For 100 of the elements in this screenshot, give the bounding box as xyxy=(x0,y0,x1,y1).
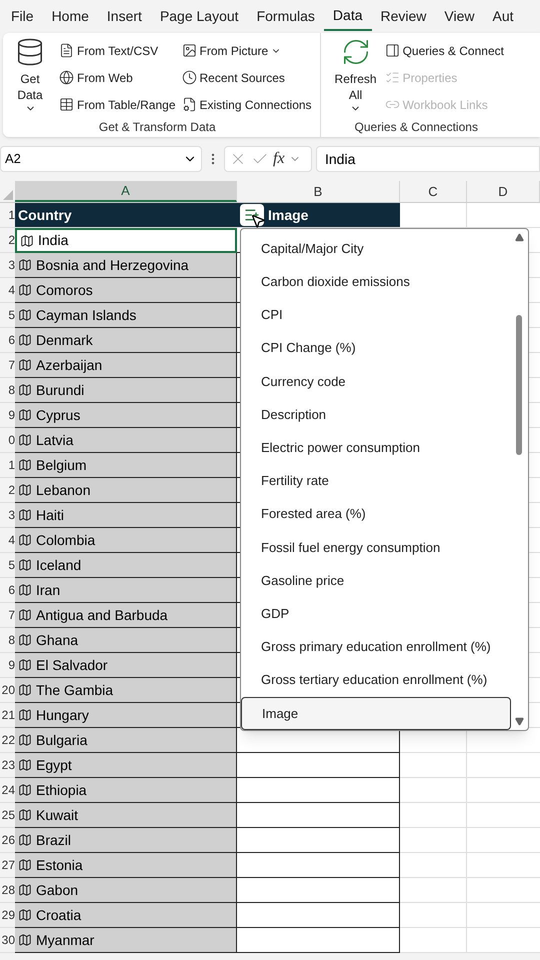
row-header[interactable]: 22 xyxy=(0,728,15,753)
row-header[interactable]: 4 xyxy=(0,528,15,553)
panel-icon xyxy=(384,43,400,58)
ribbon-tab[interactable]: Review xyxy=(372,2,436,30)
row-header[interactable]: 4 xyxy=(0,278,15,303)
row-header[interactable]: 8 xyxy=(0,628,15,653)
formula-field[interactable]: India xyxy=(316,146,540,172)
scroll-down-icon[interactable] xyxy=(514,717,524,726)
table-cell: Kuwait xyxy=(15,803,237,828)
name-box[interactable]: A2 xyxy=(0,146,202,172)
field-option[interactable]: GDP xyxy=(241,597,511,630)
row-header[interactable]: 6 xyxy=(0,328,15,353)
row-header[interactable]: 1 xyxy=(0,453,15,478)
map-icon xyxy=(18,833,32,847)
row-header[interactable]: 8 xyxy=(0,378,15,403)
row-header[interactable]: 5 xyxy=(0,303,15,328)
field-option[interactable]: Carbon dioxide emissions xyxy=(241,265,511,298)
map-icon xyxy=(18,533,32,547)
field-option[interactable]: Gasoline price xyxy=(241,564,511,598)
row-header[interactable]: 5 xyxy=(0,553,15,578)
table-header-cell-text: Image xyxy=(268,206,308,225)
map-icon xyxy=(18,583,32,597)
column-header[interactable]: A xyxy=(15,181,237,202)
ribbon-tab[interactable]: Home xyxy=(42,2,98,30)
row-header[interactable]: 2 xyxy=(0,228,15,253)
row-header[interactable]: 30 xyxy=(0,928,15,953)
table-cell: Ethiopia xyxy=(15,778,237,803)
insert-data-icon xyxy=(244,207,260,223)
row-header[interactable]: 7 xyxy=(0,353,15,378)
row-header[interactable]: 20 xyxy=(0,678,15,703)
scroll-up-icon[interactable] xyxy=(514,233,524,242)
insert-function-button[interactable]: fx xyxy=(273,147,285,171)
ribbon-button[interactable]: From Web xyxy=(59,64,176,91)
row-header[interactable]: 9 xyxy=(0,403,15,428)
table-cell: Egypt xyxy=(15,753,237,778)
field-option[interactable]: Fertility rate xyxy=(241,464,511,498)
ribbon-tab[interactable]: Data xyxy=(324,2,372,30)
row-header[interactable]: 6 xyxy=(0,578,15,603)
select-all-icon[interactable] xyxy=(3,190,13,200)
map-icon xyxy=(18,333,32,347)
field-option[interactable]: Gross tertiary education enrollment (%) xyxy=(241,664,511,697)
column-header[interactable]: C xyxy=(400,181,467,202)
table-cell: The Gambia xyxy=(15,678,237,703)
map-icon xyxy=(18,483,32,497)
row-header[interactable]: 29 xyxy=(0,903,15,928)
table-cell: Colombia xyxy=(15,528,237,553)
field-option[interactable]: CPI Change (%) xyxy=(241,332,511,365)
ribbon-tab[interactable]: File xyxy=(2,2,43,30)
field-option[interactable]: Electric power consumption xyxy=(241,431,511,464)
row-header[interactable]: 28 xyxy=(0,878,15,903)
refresh-all-button[interactable]: Refresh All xyxy=(332,37,379,114)
row-header[interactable]: 27 xyxy=(0,853,15,878)
ribbon-button[interactable]: Existing Connections xyxy=(182,91,312,118)
row-header[interactable]: 25 xyxy=(0,803,15,828)
document-icon xyxy=(182,97,196,112)
row-header[interactable]: 3 xyxy=(0,253,15,278)
ribbon-tab[interactable]: Aut xyxy=(484,2,523,30)
ribbon-tab[interactable]: Page Layout xyxy=(150,2,248,30)
row-header[interactable]: 2 xyxy=(0,478,15,503)
map-icon xyxy=(20,234,34,248)
field-option[interactable]: Forested area (%) xyxy=(241,498,511,531)
table-cell: Brazil xyxy=(15,828,237,853)
row-header[interactable]: 3 xyxy=(0,503,15,528)
row-header[interactable]: 23 xyxy=(0,753,15,778)
column-header[interactable]: D xyxy=(467,181,540,202)
field-option[interactable]: CPI xyxy=(241,298,511,332)
table-cell: Iran xyxy=(15,578,237,603)
map-icon xyxy=(18,558,32,572)
ribbon-button[interactable]: From Table/Range xyxy=(59,91,176,118)
field-option[interactable]: Image xyxy=(241,696,511,730)
field-option[interactable]: Fossil fuel energy consumption xyxy=(241,530,511,564)
map-icon xyxy=(18,933,32,947)
map-icon xyxy=(18,708,32,722)
field-option[interactable]: Currency code xyxy=(241,364,511,398)
scroll-thumb[interactable] xyxy=(516,314,522,454)
table-cell: Lebanon xyxy=(15,478,237,503)
table-cell: Bulgaria xyxy=(15,728,237,753)
get-data-button[interactable]: Get Data xyxy=(7,37,53,114)
field-option[interactable]: Gross primary education enrollment (%) xyxy=(241,630,511,664)
row-header[interactable]: 1 xyxy=(0,203,15,227)
ribbon-button[interactable]: From Picture xyxy=(182,37,312,64)
field-option[interactable]: Description xyxy=(241,398,511,432)
ribbon-tab[interactable]: Insert xyxy=(98,2,151,30)
ribbon-button[interactable]: Recent Sources xyxy=(182,64,312,91)
row-header[interactable]: 0 xyxy=(0,428,15,453)
row-header[interactable]: 26 xyxy=(0,828,15,853)
map-icon xyxy=(18,733,32,747)
ribbon-button[interactable]: Queries & Connect xyxy=(384,37,504,64)
table-cell: Iceland xyxy=(15,553,237,578)
row-header[interactable]: 7 xyxy=(0,603,15,628)
row-header[interactable]: 9 xyxy=(0,653,15,678)
table-cell: Gabon xyxy=(15,878,237,903)
row-header[interactable]: 21 xyxy=(0,703,15,728)
column-header[interactable]: B xyxy=(237,181,400,202)
row-header[interactable]: 24 xyxy=(0,778,15,803)
ribbon-button[interactable]: From Text/CSV xyxy=(59,37,176,64)
table-cell: Latvia xyxy=(15,428,237,453)
field-option[interactable]: Capital/Major City xyxy=(241,232,511,266)
ribbon-tab[interactable]: Formulas xyxy=(248,2,324,30)
ribbon-tab[interactable]: View xyxy=(435,2,484,30)
